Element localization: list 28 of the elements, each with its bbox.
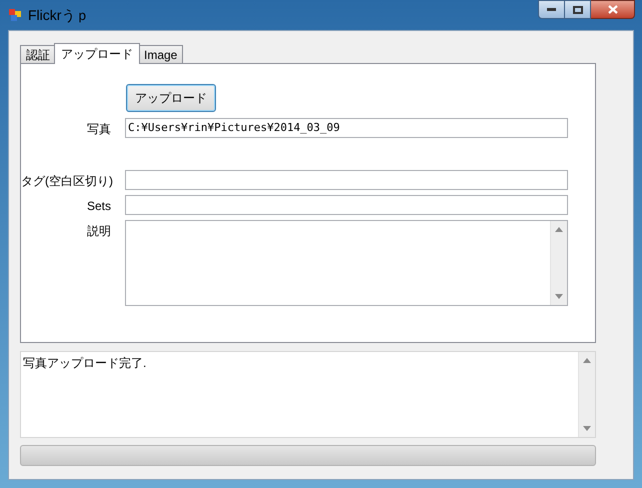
maximize-button[interactable] xyxy=(565,0,591,19)
minimize-button[interactable] xyxy=(538,0,565,19)
scroll-up-icon[interactable] xyxy=(555,227,563,232)
field-label: 説明 xyxy=(86,223,111,240)
maximize-icon xyxy=(572,6,582,14)
log-area[interactable]: 写真アップロード完了. xyxy=(20,351,596,438)
scroll-up-icon[interactable] xyxy=(583,358,591,363)
field-label: タグ(空白区切り) xyxy=(21,173,111,190)
upload-button[interactable]: アップロード xyxy=(126,84,216,112)
scrollbar[interactable] xyxy=(578,352,595,437)
app-icon xyxy=(8,8,22,22)
input-field[interactable] xyxy=(125,170,568,190)
close-icon xyxy=(608,5,618,14)
input-field[interactable] xyxy=(125,195,568,215)
close-button[interactable] xyxy=(591,0,635,19)
log-text: 写真アップロード完了. xyxy=(22,355,146,372)
field-label: Sets xyxy=(86,198,111,215)
input-field[interactable]: C:¥Users¥rin¥Pictures¥2014_03_09 xyxy=(125,118,568,138)
scrollbar[interactable] xyxy=(550,221,567,305)
minimize-icon xyxy=(547,8,556,11)
tab[interactable]: アップロード xyxy=(54,43,140,64)
window-title: Flickrうｐ xyxy=(28,6,90,24)
field-label: 写真 xyxy=(86,121,111,138)
tab[interactable]: 認証 xyxy=(20,45,56,63)
tab[interactable]: Image xyxy=(138,45,184,63)
scroll-down-icon[interactable] xyxy=(583,426,591,431)
description-field[interactable] xyxy=(125,220,568,306)
scroll-down-icon[interactable] xyxy=(555,294,563,299)
